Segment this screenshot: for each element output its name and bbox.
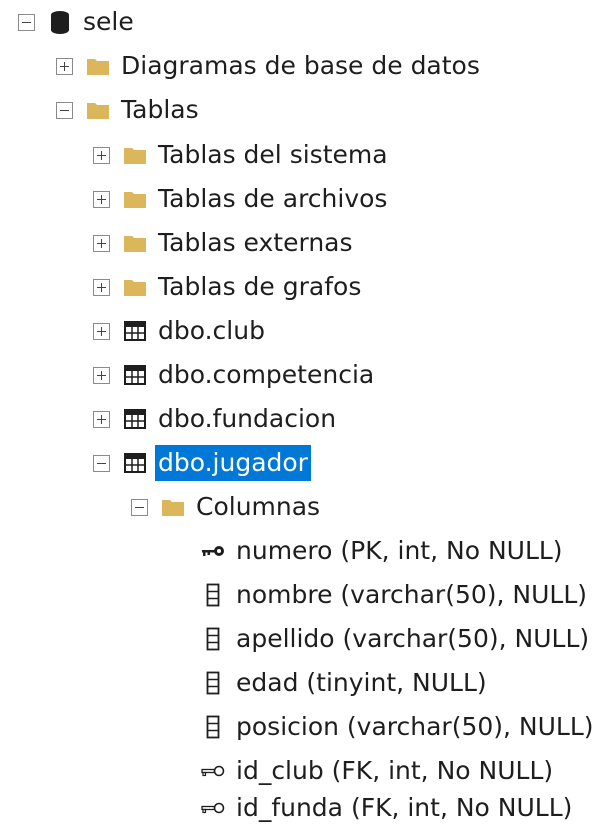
column-label: nombre (varchar(50), NULL): [236, 580, 588, 609]
tree-node-table-fundacion[interactable]: dbo.fundacion: [93, 397, 336, 441]
column-icon: [200, 670, 226, 696]
tree-node-table-club[interactable]: dbo.club: [93, 309, 265, 353]
expand-toggle[interactable]: [56, 57, 73, 75]
tree-node-database[interactable]: sele: [18, 0, 134, 44]
collapse-toggle[interactable]: [18, 13, 35, 31]
table-icon: [122, 450, 148, 476]
tree-node-tables[interactable]: Tablas: [56, 88, 199, 132]
tree-node-column[interactable]: numero (PK, int, No NULL): [200, 529, 563, 573]
tree-node-label: Tablas de grafos: [158, 272, 362, 301]
column-icon: [200, 582, 226, 608]
tree-node-label: Columnas: [196, 492, 321, 521]
expand-toggle[interactable]: [93, 234, 110, 252]
folder-icon: [160, 494, 186, 520]
tree-node-column[interactable]: apellido (varchar(50), NULL): [200, 617, 589, 661]
column-icon: [200, 714, 226, 740]
expand-toggle[interactable]: [93, 278, 110, 296]
column-label: apellido (varchar(50), NULL): [236, 624, 590, 653]
database-icon: [47, 9, 73, 35]
table-icon: [122, 318, 148, 344]
tree-node-graph-tables[interactable]: Tablas de grafos: [93, 265, 361, 309]
primary-key-icon: [200, 538, 226, 564]
expand-toggle[interactable]: [93, 190, 110, 208]
tree-node-system-tables[interactable]: Tablas del sistema: [93, 133, 388, 177]
folder-icon: [122, 274, 148, 300]
folder-icon: [85, 53, 111, 79]
expand-toggle[interactable]: [93, 410, 110, 428]
foreign-key-icon: [200, 795, 226, 821]
folder-icon: [122, 186, 148, 212]
tree-node-column[interactable]: posicion (varchar(50), NULL): [200, 705, 594, 749]
tree-node-column[interactable]: edad (tinyint, NULL): [200, 661, 487, 705]
table-icon: [122, 406, 148, 432]
tree-node-column[interactable]: nombre (varchar(50), NULL): [200, 573, 587, 617]
tree-node-column[interactable]: id_funda (FK, int, No NULL): [200, 786, 572, 830]
column-label: id_funda (FK, int, No NULL): [236, 793, 573, 822]
expand-toggle[interactable]: [93, 366, 110, 384]
collapse-toggle[interactable]: [93, 454, 110, 472]
tree-node-label: Tablas externas: [158, 228, 353, 257]
column-label: id_club (FK, int, No NULL): [236, 756, 554, 785]
collapse-toggle[interactable]: [56, 101, 73, 119]
tree-node-file-tables[interactable]: Tablas de archivos: [93, 177, 387, 221]
folder-icon: [85, 97, 111, 123]
tree-node-label: Tablas: [121, 95, 199, 124]
tree-node-label: dbo.fundacion: [158, 404, 337, 433]
expand-toggle[interactable]: [93, 146, 110, 164]
tree-node-external-tables[interactable]: Tablas externas: [93, 221, 353, 265]
column-label: posicion (varchar(50), NULL): [236, 712, 594, 741]
tree-node-label: Diagramas de base de datos: [121, 51, 480, 80]
tree-node-label: Tablas del sistema: [158, 140, 388, 169]
tree-node-columns-folder[interactable]: Columnas: [131, 485, 320, 529]
tree-node-label: dbo.competencia: [158, 360, 375, 389]
folder-icon: [122, 230, 148, 256]
tree-node-label: Tablas de archivos: [158, 184, 388, 213]
tree-node-table-competencia[interactable]: dbo.competencia: [93, 353, 374, 397]
tree-node-label: sele: [83, 7, 134, 36]
column-label: edad (tinyint, NULL): [236, 668, 487, 697]
column-label: numero (PK, int, No NULL): [236, 536, 563, 565]
tree-node-label: dbo.club: [158, 316, 265, 345]
column-icon: [200, 626, 226, 652]
tree-node-table-jugador[interactable]: dbo.jugador: [93, 441, 311, 485]
table-icon: [122, 362, 148, 388]
tree-node-diagrams[interactable]: Diagramas de base de datos: [56, 44, 480, 88]
collapse-toggle[interactable]: [131, 498, 148, 516]
foreign-key-icon: [200, 758, 226, 784]
expand-toggle[interactable]: [93, 322, 110, 340]
tree-node-label-selected: dbo.jugador: [155, 445, 311, 481]
folder-icon: [122, 142, 148, 168]
